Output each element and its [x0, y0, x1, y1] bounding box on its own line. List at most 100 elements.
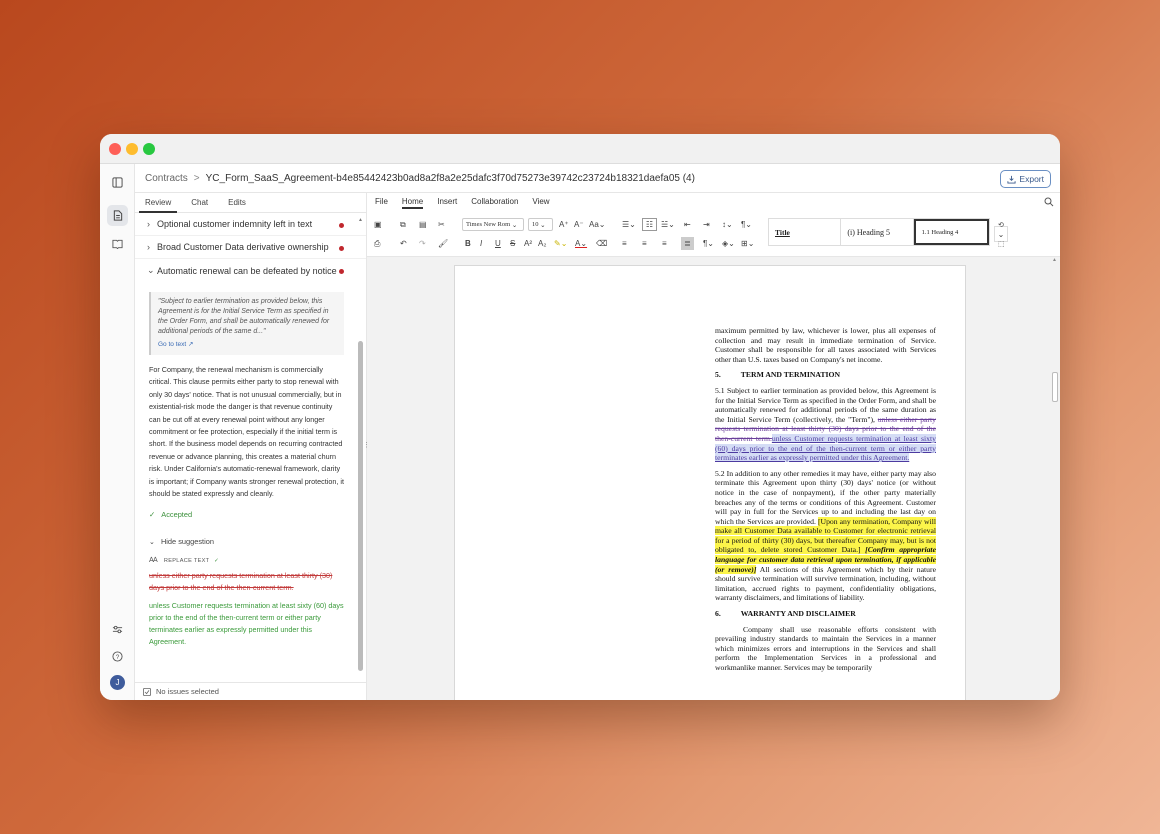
subscript-icon[interactable]: A₂	[538, 237, 546, 250]
breadcrumb-contracts[interactable]: Contracts	[145, 173, 188, 184]
styles-gallery: Title (i) Heading 5 1.1 Heading 4	[768, 218, 990, 246]
heading-title: TERM AND TERMINATION	[740, 370, 840, 380]
borders-icon[interactable]: ⊞⌄	[741, 237, 754, 250]
heading-number: 5.	[715, 370, 721, 380]
increase-indent-icon[interactable]: ⇥	[703, 218, 710, 231]
issue-item[interactable]: › Broad Customer Data derivative ownersh…	[135, 236, 366, 259]
severity-dot	[339, 246, 344, 251]
numbered-list-icon[interactable]: ☷	[642, 218, 657, 231]
avatar[interactable]: J	[110, 675, 125, 690]
check-icon: ✓	[214, 558, 220, 565]
menu-insert[interactable]: Insert	[437, 197, 457, 209]
tab-edits[interactable]: Edits	[218, 193, 256, 212]
export-label: Export	[1019, 174, 1044, 184]
doc-paragraph-5-2: 5.2 In addition to any other remedies it…	[715, 469, 936, 603]
hide-suggestion-label: Hide suggestion	[160, 537, 214, 547]
replace-icon[interactable]: ⟲	[998, 218, 1004, 231]
copy-icon[interactable]: ⧉	[400, 218, 406, 231]
document-icon[interactable]	[107, 205, 128, 226]
help-icon[interactable]: ?	[107, 646, 128, 667]
strikethrough-icon[interactable]: S	[510, 237, 515, 250]
minimize-window-button[interactable]	[126, 143, 138, 155]
book-icon[interactable]	[107, 233, 128, 254]
align-left-icon[interactable]: ≡	[622, 237, 627, 250]
close-window-button[interactable]	[109, 143, 121, 155]
change-case-icon[interactable]: Aa⌄	[589, 218, 606, 231]
undo-icon[interactable]: ↶	[400, 237, 407, 250]
decrease-indent-icon[interactable]: ⇤	[684, 218, 691, 231]
issue-item-expanded[interactable]: ⌄ Automatic renewal can be defeated by n…	[135, 259, 366, 282]
redo-icon[interactable]: ↷	[419, 237, 426, 250]
menu-home[interactable]: Home	[401, 197, 424, 209]
superscript-icon[interactable]: A²	[524, 237, 532, 250]
check-icon: ✓	[149, 510, 156, 520]
font-color-icon[interactable]: A⌄	[575, 237, 587, 250]
underline-icon[interactable]: U	[495, 237, 501, 250]
multilevel-list-icon[interactable]: ☱⌄	[661, 218, 675, 231]
paste-icon[interactable]: ▤	[419, 218, 427, 231]
document-content: maximum permitted by law, whichever is l…	[715, 326, 936, 679]
style-heading-5[interactable]: (i) Heading 5	[841, 219, 914, 245]
align-center-icon[interactable]: ≡	[642, 237, 647, 250]
print-icon[interactable]: ⎙	[374, 237, 380, 250]
scroll-up-icon[interactable]: ▲	[358, 217, 363, 223]
clause-quote: "Subject to earlier termination as provi…	[149, 292, 344, 355]
style-title[interactable]: Title	[769, 219, 842, 245]
paragraph-spacing-icon[interactable]: ¶⌄	[741, 218, 752, 231]
document-title: YC_Form_SaaS_Agreement-b4e85442423b0ad8a…	[205, 172, 695, 184]
doc-paragraph: maximum permitted by law, whichever is l…	[715, 326, 936, 364]
svg-text:?: ?	[116, 654, 120, 661]
grow-font-icon[interactable]: A⁺	[559, 218, 569, 231]
app-window: ? J Contracts > YC_Form_SaaS_Agreement-b…	[100, 134, 1060, 700]
issue-label: Optional customer indemnity left in text	[157, 219, 313, 229]
shading-icon[interactable]: ◈⌄	[722, 237, 735, 250]
editor-area: File Home Insert Collaboration View ▣ ⧉ …	[363, 193, 1060, 700]
select-icon[interactable]: ⬚	[998, 237, 1005, 250]
sidebar-toggle-icon[interactable]	[107, 172, 128, 193]
hide-suggestion-toggle[interactable]: ⌄ Hide suggestion	[149, 537, 366, 546]
replace-icon: Ꜳ	[149, 557, 159, 565]
heading-number: 6.	[715, 609, 721, 619]
scrollbar-thumb[interactable]	[1052, 372, 1058, 402]
align-right-icon[interactable]: ≡	[662, 237, 667, 250]
tab-review[interactable]: Review	[135, 193, 181, 213]
export-button[interactable]: Export	[1000, 170, 1051, 188]
ribbon-menu: File Home Insert Collaboration View	[367, 193, 1060, 213]
paragraph-mark-icon[interactable]: ¶⌄	[703, 237, 714, 250]
justify-icon[interactable]: ≣	[681, 237, 694, 250]
italic-icon[interactable]: I	[480, 237, 482, 250]
severity-dot	[339, 223, 344, 228]
line-spacing-icon[interactable]: ↕⌄	[722, 218, 733, 231]
highlight-icon[interactable]: ✎⌄	[554, 237, 567, 250]
menu-file[interactable]: File	[375, 197, 388, 209]
scrollbar-thumb[interactable]	[358, 341, 363, 671]
section-heading-5: 5. TERM AND TERMINATION	[715, 370, 936, 380]
save-icon[interactable]: ▣	[374, 218, 382, 231]
cut-icon[interactable]: ✂	[438, 218, 445, 231]
font-size-select[interactable]: 10 ⌄	[528, 218, 553, 231]
font-family-select[interactable]: Times New Rom ⌄	[462, 218, 524, 231]
panel-scrollbar[interactable]: ▲	[358, 217, 363, 681]
panel-resize-handle[interactable]: ⋮	[363, 441, 370, 449]
shrink-font-icon[interactable]: A⁻	[574, 218, 584, 231]
search-icon[interactable]	[1044, 197, 1054, 212]
editor-scrollbar[interactable]: ▲	[1052, 257, 1058, 700]
scroll-up-icon[interactable]: ▲	[1052, 257, 1058, 263]
document-page[interactable]: maximum permitted by law, whichever is l…	[454, 265, 966, 700]
clear-format-icon[interactable]: ⌫	[596, 237, 607, 250]
header-bar: Contracts > YC_Form_SaaS_Agreement-b4e85…	[135, 164, 1060, 193]
tab-chat[interactable]: Chat	[181, 193, 218, 212]
style-heading-4[interactable]: 1.1 Heading 4	[913, 219, 989, 245]
chevron-down-icon: ⌄	[149, 539, 155, 547]
format-painter-icon[interactable]: 🖌	[438, 237, 448, 250]
inserted-text: unless Customer requests termination at …	[149, 601, 344, 647]
issue-item[interactable]: › Optional customer indemnity left in te…	[135, 213, 366, 236]
accepted-status: ✓ Accepted	[149, 510, 366, 519]
maximize-window-button[interactable]	[143, 143, 155, 155]
menu-collaboration[interactable]: Collaboration	[471, 197, 518, 209]
menu-view[interactable]: View	[532, 197, 549, 209]
settings-sliders-icon[interactable]	[107, 619, 128, 640]
go-to-text-link[interactable]: Go to text ↗	[158, 340, 337, 350]
bullet-list-icon[interactable]: ☰⌄	[622, 218, 636, 231]
bold-icon[interactable]: B	[465, 237, 471, 250]
